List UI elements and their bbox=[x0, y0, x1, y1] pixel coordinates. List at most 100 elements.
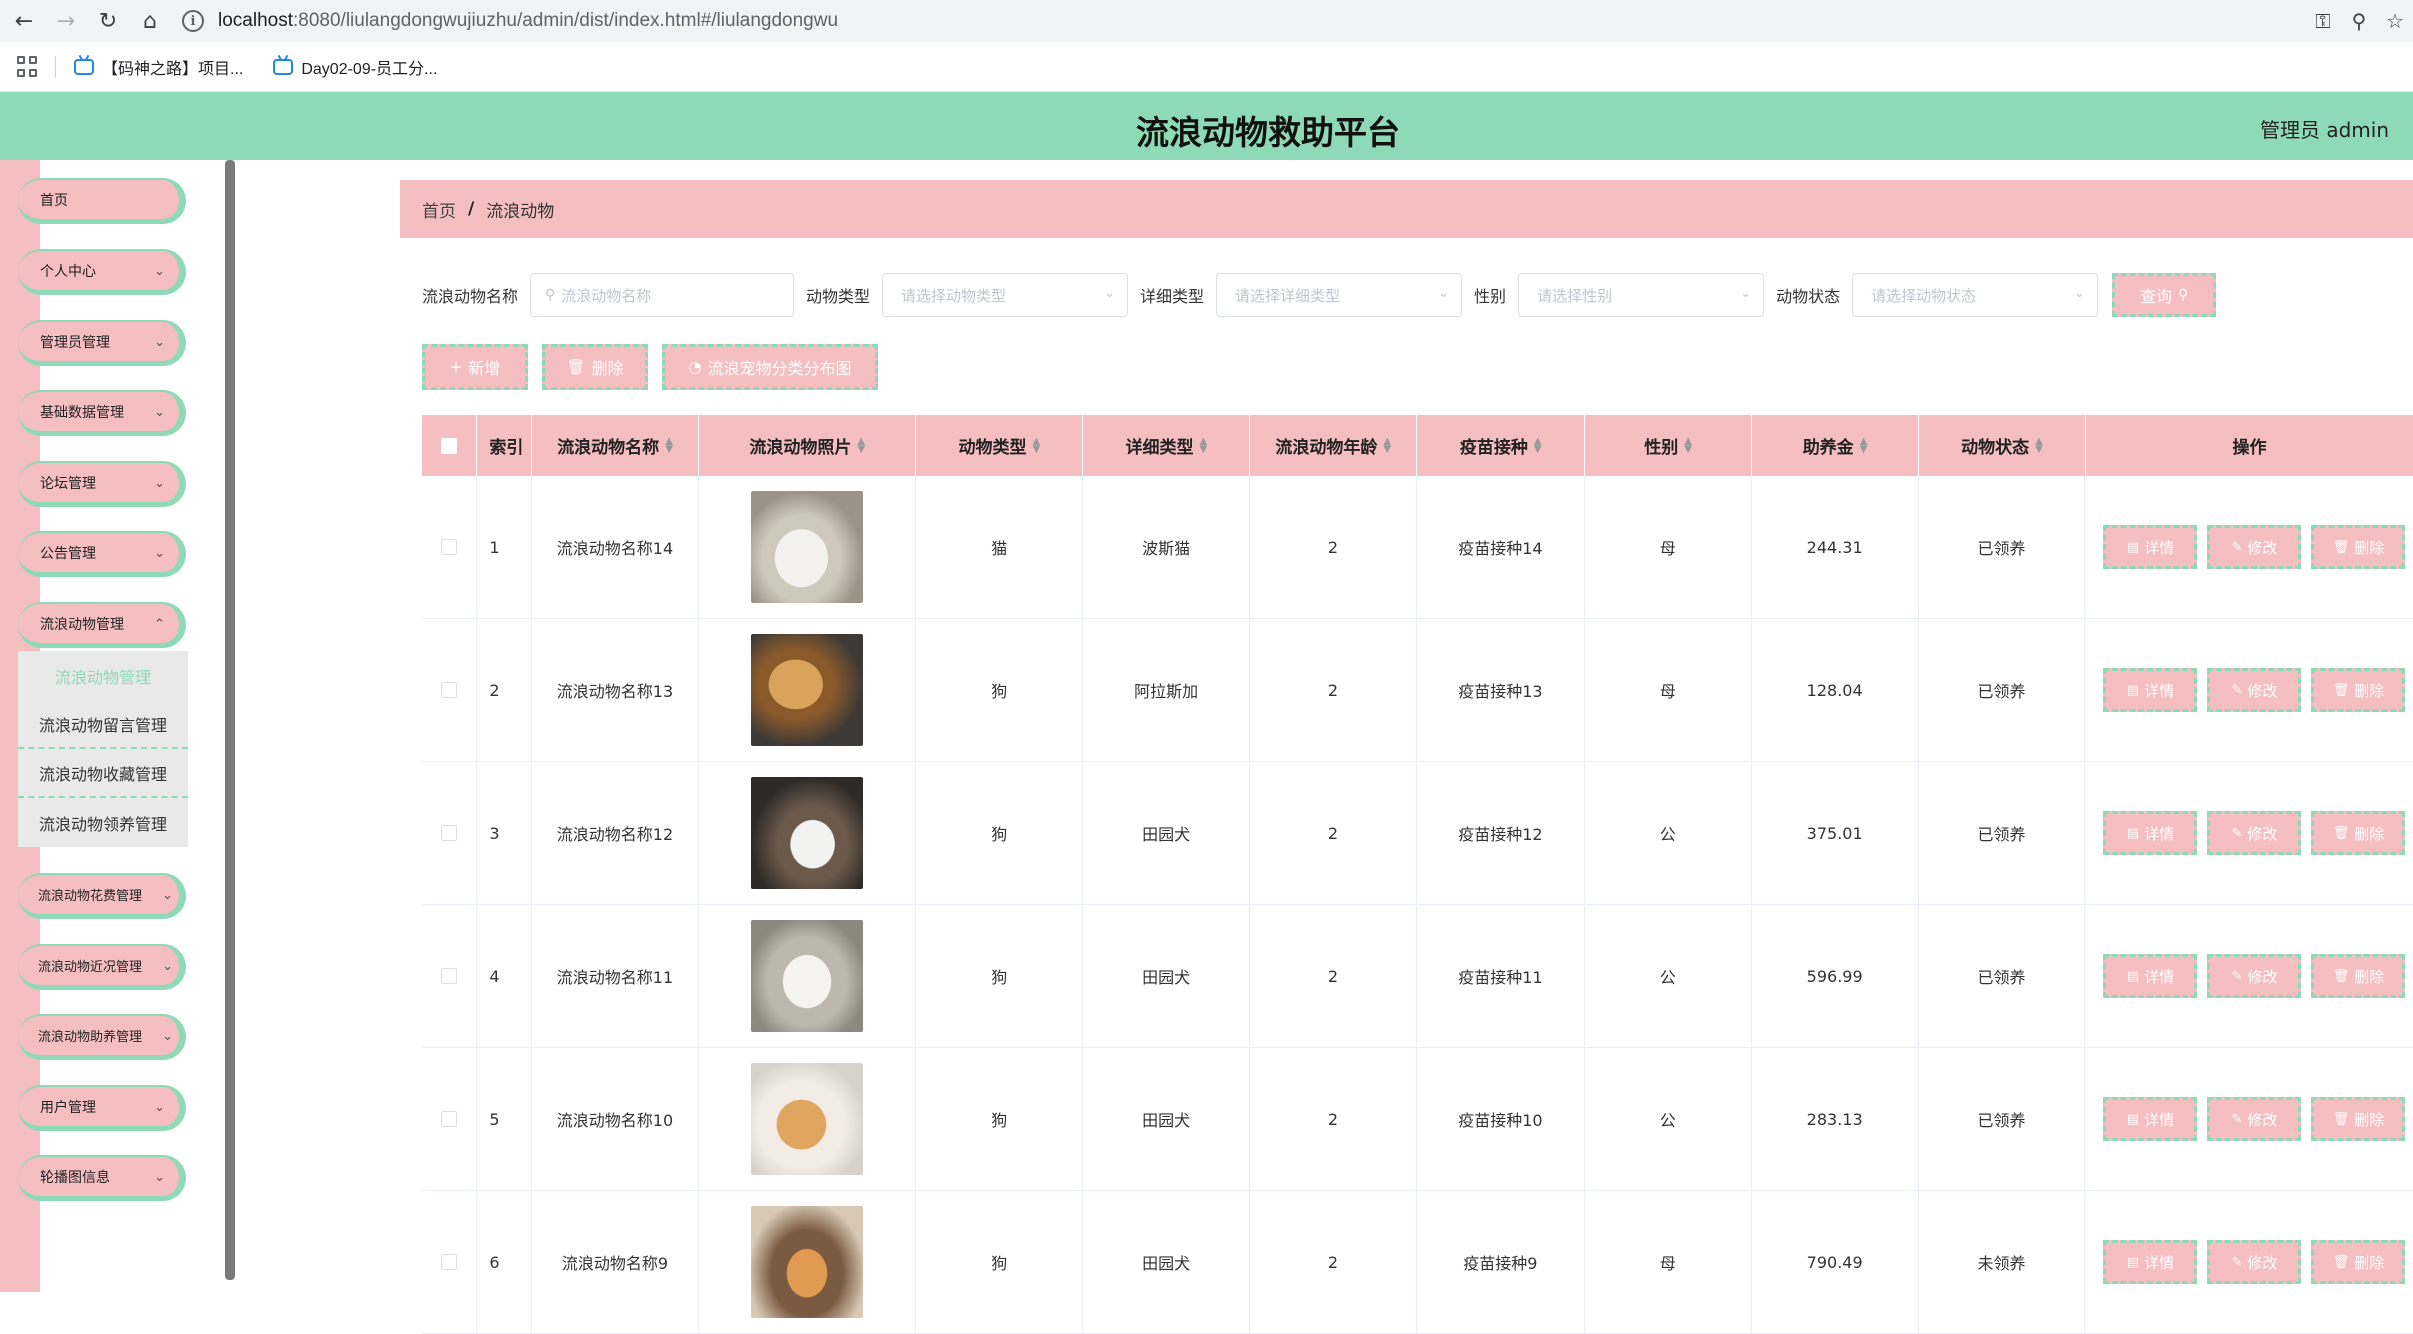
sort-icon[interactable]: ▲ ▼ bbox=[1383, 436, 1391, 454]
row-delete-button[interactable]: 🗑 删除 bbox=[2311, 1097, 2406, 1141]
row-checkbox[interactable] bbox=[441, 825, 458, 841]
forward-icon[interactable]: → bbox=[48, 3, 84, 39]
sidebar-scrollbar[interactable] bbox=[225, 160, 235, 1280]
sort-icon[interactable]: ▲ ▼ bbox=[1199, 436, 1207, 454]
sidebar-item-cost[interactable]: 流浪动物花费管理 ⌄ bbox=[18, 873, 186, 919]
col-status[interactable]: 动物状态 ▲ ▼ bbox=[1919, 415, 2086, 476]
submenu-item-adopt[interactable]: 流浪动物领养管理 bbox=[18, 798, 188, 847]
detail-cell: 田园犬 bbox=[1083, 762, 1251, 904]
key-icon[interactable]: ⚿ bbox=[2305, 3, 2341, 39]
row-delete-button[interactable]: 🗑 删除 bbox=[2311, 954, 2406, 998]
col-vaccine[interactable]: 疫苗接种 ▲ ▼ bbox=[1417, 415, 1586, 476]
distribution-chart-button[interactable]: ◔ 流浪宠物分类分布图 bbox=[662, 344, 878, 390]
animal-photo[interactable] bbox=[751, 1206, 864, 1318]
edit-button[interactable]: ✎ 修改 bbox=[2207, 1240, 2302, 1284]
col-detail[interactable]: 详细类型 ▲ ▼ bbox=[1083, 415, 1251, 476]
edit-button[interactable]: ✎ 修改 bbox=[2207, 525, 2302, 569]
animal-photo[interactable] bbox=[751, 920, 864, 1032]
sort-icon[interactable]: ▲ ▼ bbox=[665, 436, 673, 454]
edit-button[interactable]: ✎ 修改 bbox=[2207, 1097, 2302, 1141]
apps-grid-icon[interactable] bbox=[17, 55, 39, 78]
sex-cell: 母 bbox=[1585, 1191, 1752, 1333]
detail-cell: 田园犬 bbox=[1083, 1191, 1251, 1333]
row-delete-button[interactable]: 🗑 删除 bbox=[2311, 1240, 2406, 1284]
detail-button[interactable]: ▤ 详情 bbox=[2103, 811, 2198, 855]
col-type[interactable]: 动物类型 ▲ ▼ bbox=[916, 415, 1084, 476]
sidebar-item-admin-manage[interactable]: 管理员管理 ⌄ bbox=[18, 320, 186, 366]
edit-button[interactable]: ✎ 修改 bbox=[2207, 668, 2302, 712]
sort-icon[interactable]: ▲ ▼ bbox=[1534, 436, 1542, 454]
detail-button[interactable]: ▤ 详情 bbox=[2103, 668, 2198, 712]
add-button[interactable]: + 新增 bbox=[422, 344, 528, 390]
delete-button[interactable]: 🗑 删除 bbox=[542, 344, 648, 390]
row-delete-button[interactable]: 🗑 删除 bbox=[2311, 811, 2406, 855]
sex-select[interactable]: 请选择性别 ⌄ bbox=[1518, 273, 1765, 317]
sort-icon[interactable]: ▲ ▼ bbox=[1860, 436, 1868, 454]
name-search-input[interactable]: ⚲ 流浪动物名称 bbox=[530, 273, 795, 317]
select-all-checkbox[interactable] bbox=[441, 437, 458, 454]
home-icon[interactable]: ⌂ bbox=[132, 3, 168, 39]
row-checkbox[interactable] bbox=[441, 682, 458, 698]
sidebar-item-personal-center[interactable]: 个人中心 ⌄ bbox=[18, 249, 186, 295]
sidebar-item-base-data[interactable]: 基础数据管理 ⌄ bbox=[18, 390, 186, 436]
edit-button[interactable]: ✎ 修改 bbox=[2207, 811, 2302, 855]
address-bar[interactable]: i localhost:8080/liulangdongwujiuzhu/adm… bbox=[182, 4, 838, 38]
breadcrumb-home[interactable]: 首页 bbox=[422, 197, 456, 222]
col-sex[interactable]: 性别 ▲ ▼ bbox=[1585, 415, 1753, 476]
vaccine-cell: 疫苗接种11 bbox=[1417, 905, 1585, 1047]
animal-photo[interactable] bbox=[751, 1063, 864, 1175]
submenu-item-stray-animal[interactable]: 流浪动物管理 bbox=[18, 651, 188, 700]
trash-icon: 🗑 bbox=[2332, 968, 2350, 984]
row-checkbox[interactable] bbox=[441, 539, 458, 555]
reload-icon[interactable]: ↻ bbox=[90, 3, 126, 39]
row-delete-button[interactable]: 🗑 删除 bbox=[2311, 525, 2406, 569]
sex-filter-label: 性别 bbox=[1474, 287, 1507, 306]
sort-icon[interactable]: ▲ ▼ bbox=[857, 436, 865, 454]
age-cell: 2 bbox=[1250, 762, 1417, 904]
detail-button[interactable]: ▤ 详情 bbox=[2103, 525, 2198, 569]
sidebar-item-user-manage[interactable]: 用户管理 ⌄ bbox=[18, 1085, 186, 1131]
query-button[interactable]: 查询 ⚲ bbox=[2112, 273, 2217, 317]
status-select[interactable]: 请选择动物状态 ⌄ bbox=[1852, 273, 2099, 317]
current-user[interactable]: 管理员 admin bbox=[2260, 114, 2389, 143]
star-icon[interactable]: ☆ bbox=[2377, 3, 2413, 39]
type-select[interactable]: 请选择动物类型 ⌄ bbox=[882, 273, 1129, 317]
photo-cell bbox=[699, 476, 917, 618]
col-photo[interactable]: 流浪动物照片 ▲ ▼ bbox=[699, 415, 917, 476]
animal-photo[interactable] bbox=[751, 634, 864, 746]
animal-photo[interactable] bbox=[751, 777, 864, 889]
row-checkbox[interactable] bbox=[441, 1111, 458, 1127]
zoom-icon[interactable]: ⚲ bbox=[2341, 3, 2377, 39]
sidebar-item-forum[interactable]: 论坛管理 ⌄ bbox=[18, 461, 186, 507]
detail-button[interactable]: ▤ 详情 bbox=[2103, 954, 2198, 998]
sort-icon[interactable]: ▲ ▼ bbox=[2035, 436, 2043, 454]
edit-button[interactable]: ✎ 修改 bbox=[2207, 954, 2302, 998]
sort-icon[interactable]: ▲ ▼ bbox=[1033, 436, 1041, 454]
sidebar-item-status-update[interactable]: 流浪动物近况管理 ⌄ bbox=[18, 944, 186, 990]
sort-icon[interactable]: ▲ ▼ bbox=[1684, 436, 1692, 454]
row-delete-button[interactable]: 🗑 删除 bbox=[2311, 668, 2406, 712]
col-age[interactable]: 流浪动物年龄 ▲ ▼ bbox=[1250, 415, 1418, 476]
animal-photo[interactable] bbox=[751, 491, 864, 603]
detail-button[interactable]: ▤ 详情 bbox=[2103, 1097, 2198, 1141]
col-fund[interactable]: 助养金 ▲ ▼ bbox=[1752, 415, 1920, 476]
detail-button[interactable]: ▤ 详情 bbox=[2103, 1240, 2198, 1284]
col-name[interactable]: 流浪动物名称 ▲ ▼ bbox=[532, 415, 700, 476]
sidebar-item-stray-animal[interactable]: 流浪动物管理 ⌃ bbox=[18, 602, 186, 648]
sidebar-item-home[interactable]: 首页 bbox=[18, 178, 186, 224]
status-cell: 已领养 bbox=[1919, 1048, 2086, 1190]
bookmark-item[interactable]: 【码神之路】项目... bbox=[74, 55, 243, 79]
submenu-item-favorite[interactable]: 流浪动物收藏管理 bbox=[18, 749, 188, 798]
url-text[interactable]: localhost:8080/liulangdongwujiuzhu/admin… bbox=[218, 10, 838, 32]
row-checkbox[interactable] bbox=[441, 1254, 458, 1270]
submenu-item-message[interactable]: 流浪动物留言管理 bbox=[18, 700, 188, 749]
sidebar-item-notice[interactable]: 公告管理 ⌄ bbox=[18, 531, 186, 577]
sidebar-item-sponsor[interactable]: 流浪动物助养管理 ⌄ bbox=[18, 1014, 186, 1060]
index-cell: 6 bbox=[477, 1191, 533, 1333]
detail-select[interactable]: 请选择详细类型 ⌄ bbox=[1216, 273, 1463, 317]
row-checkbox[interactable] bbox=[441, 968, 458, 984]
bookmark-item[interactable]: Day02-09-员工分... bbox=[273, 55, 437, 79]
sidebar-item-carousel[interactable]: 轮播图信息 ⌄ bbox=[18, 1155, 186, 1201]
back-icon[interactable]: ← bbox=[6, 3, 42, 39]
site-info-icon[interactable]: i bbox=[182, 10, 204, 32]
